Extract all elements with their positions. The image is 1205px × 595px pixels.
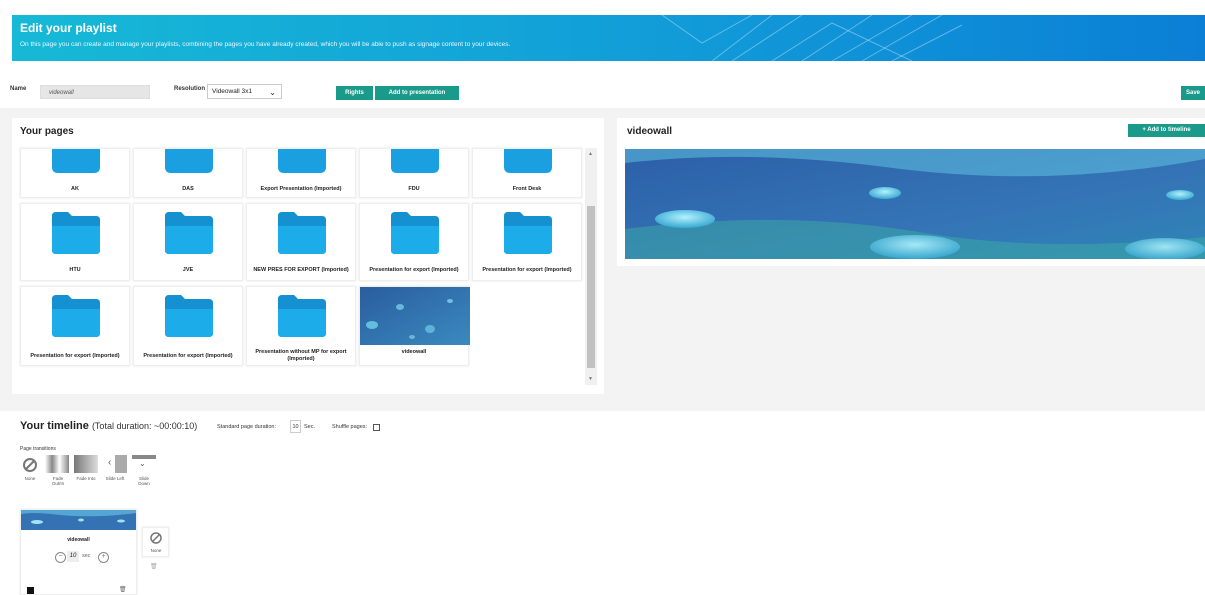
folder-icon (278, 149, 326, 173)
std-duration-unit: Sec. (304, 424, 316, 430)
shuffle-label: Shuffle pages: (332, 424, 368, 430)
drag-handle-icon[interactable] (27, 587, 34, 594)
folder-icon (504, 149, 552, 173)
page-card[interactable]: Presentation for export (Imported) (20, 286, 130, 366)
folder-icon (165, 295, 213, 337)
transition-label: None (24, 476, 36, 481)
transition-label: Fade Out/In (51, 476, 65, 486)
page-card[interactable]: Export Presentation (Imported) (246, 148, 356, 198)
page-card[interactable]: Presentation without MP for export (Impo… (246, 286, 356, 366)
page-card-label: Presentation without MP for export (Impo… (255, 349, 347, 362)
scroll-up-icon[interactable]: ▲ (588, 151, 593, 157)
page-card[interactable]: Presentation for export (Imported) (472, 203, 582, 281)
chevron-down-icon: ⌄ (269, 88, 276, 97)
page-card[interactable]: AK (20, 148, 130, 198)
transition-label: Fade Into (76, 476, 96, 481)
folder-icon (278, 295, 326, 337)
page-card-label: Presentation for export (Imported) (143, 353, 233, 359)
fade-out-in-transition-icon[interactable] (45, 455, 69, 473)
page-card[interactable]: Presentation for export (Imported) (133, 286, 243, 366)
transitions-label: Page transitions (20, 446, 56, 452)
page-card-label: AK (71, 186, 79, 192)
folder-icon (504, 212, 552, 254)
page-card[interactable]: DAS (133, 148, 243, 198)
trash-icon[interactable]: 🗑 (150, 563, 158, 570)
page-card[interactable]: FDU (359, 148, 469, 198)
shuffle-checkbox[interactable] (373, 424, 380, 431)
page-card-label: FDU (408, 186, 420, 192)
page-card-label: Export Presentation (Imported) (260, 186, 342, 192)
std-duration-label: Standard page duration: (217, 424, 277, 430)
add-to-presentation-button[interactable]: Add to presentation (375, 86, 459, 100)
timeline-duration: (Total duration: ~00:00:10) (91, 421, 198, 431)
name-label: Name (10, 86, 27, 92)
header-banner: Edit your playlist On this page you can … (12, 15, 1205, 61)
name-input[interactable]: videowall (40, 85, 150, 99)
save-button[interactable]: Save (1181, 86, 1205, 100)
folder-icon (278, 212, 326, 254)
rights-button[interactable]: Rights (336, 86, 373, 100)
banner-decoration (661, 15, 963, 61)
timeline-heading: Your timeline (20, 420, 89, 432)
folder-icon (52, 295, 100, 337)
page-card[interactable]: videowall (359, 286, 470, 366)
timeline-item-seconds[interactable]: 10 (67, 551, 79, 562)
slide-left-transition-icon[interactable]: ‹ (103, 455, 127, 473)
page-card-label: HTU (69, 267, 81, 273)
scroll-down-icon[interactable]: ▼ (588, 376, 593, 382)
item-transition[interactable]: None (142, 527, 169, 557)
timeline-item-thumbnail (21, 510, 136, 530)
page-card-label: Presentation for export (Imported) (482, 267, 572, 273)
folder-icon (52, 212, 100, 254)
slide-down-transition-icon[interactable]: ⌄ (132, 455, 156, 473)
page-card[interactable]: NEW PRES FOR EXPORT (Imported) (246, 203, 356, 281)
folder-icon (391, 149, 439, 173)
page-card[interactable]: JVE (133, 203, 243, 281)
folder-icon (165, 212, 213, 254)
page-subtitle: On this page you can create and manage y… (20, 41, 511, 48)
folder-icon (52, 149, 100, 173)
timeline-title: Your timeline (Total duration: ~00:00:10… (20, 420, 197, 432)
page-card-label: NEW PRES FOR EXPORT (Imported) (253, 267, 349, 273)
none-transition-icon[interactable] (21, 456, 39, 474)
folder-icon (165, 149, 213, 173)
page-card[interactable]: Front Desk (472, 148, 582, 198)
page-card-label: Presentation for export (Imported) (30, 353, 120, 359)
item-transition-label: None (150, 548, 162, 553)
plus-icon[interactable]: + (98, 552, 109, 563)
minus-icon[interactable]: − (55, 552, 66, 563)
trash-icon[interactable]: 🗑 (119, 586, 127, 593)
videowall-thumbnail (360, 287, 470, 345)
page-card-label: JVE (182, 267, 194, 273)
std-duration-input[interactable]: 10 (290, 420, 301, 433)
page-card[interactable]: HTU (20, 203, 130, 281)
add-to-timeline-button[interactable]: + Add to timeline (1128, 124, 1205, 137)
preview-image (625, 149, 1205, 259)
resolution-label: Resolution (174, 86, 205, 92)
scrollbar-thumb[interactable] (587, 206, 595, 368)
resolution-value: Videowall 3x1 (212, 88, 252, 95)
pages-scrollbar[interactable]: ▲ ▼ (585, 148, 597, 385)
folder-icon (391, 212, 439, 254)
page-card-label: Presentation for export (Imported) (369, 267, 459, 273)
resolution-select[interactable]: Videowall 3x1 ⌄ (207, 84, 282, 99)
page-card-label: DAS (182, 186, 194, 192)
page-card[interactable]: Presentation for export (Imported) (359, 203, 469, 281)
timeline-item-label: videowall (67, 537, 90, 543)
transition-label: Slide Down (138, 476, 150, 486)
timeline-item-unit: sec (82, 553, 91, 559)
page-card-label: videowall (401, 349, 427, 355)
page-card-label: Front Desk (512, 186, 542, 192)
transition-label: Slide Left (105, 476, 125, 481)
preview-title: videowall (627, 126, 673, 137)
timeline-item[interactable]: videowall − 10 sec + 🗑 (20, 509, 137, 595)
page-title: Edit your playlist (20, 21, 117, 35)
pages-title: Your pages (20, 126, 74, 137)
none-transition-icon (150, 532, 162, 544)
fade-into-transition-icon[interactable] (74, 455, 98, 473)
